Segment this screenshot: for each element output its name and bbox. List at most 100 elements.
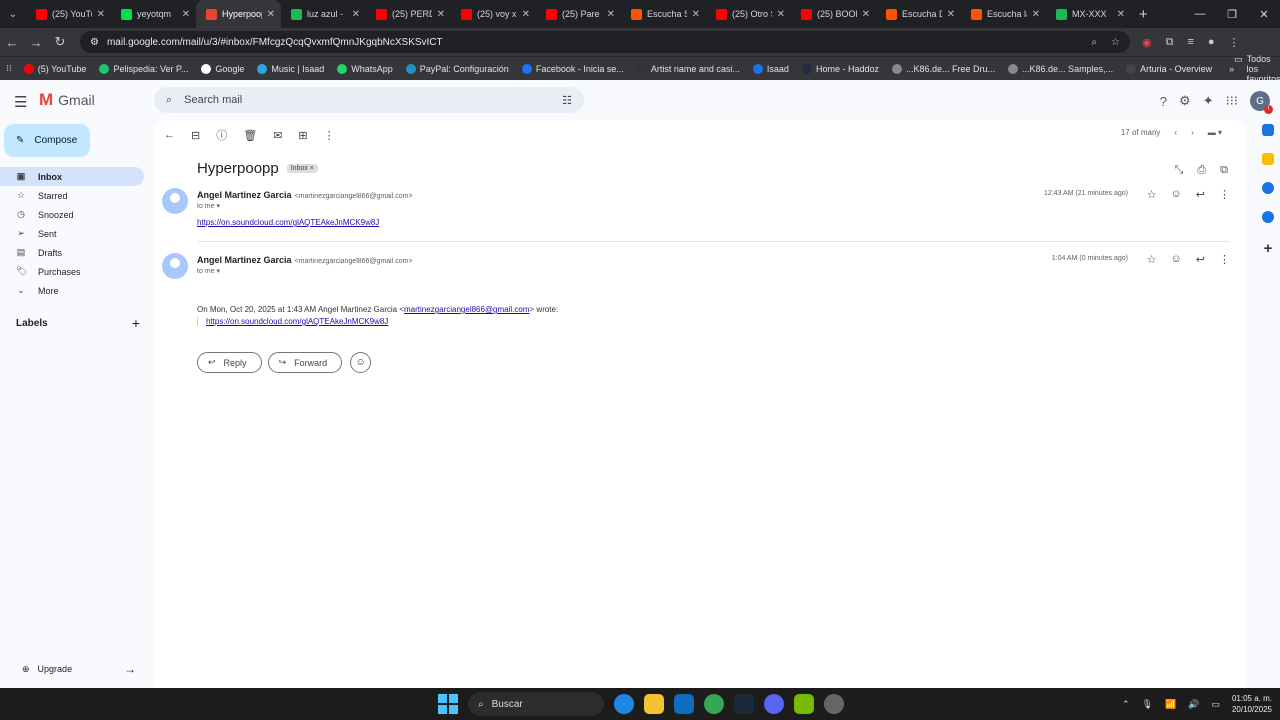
- calendar-icon[interactable]: [1262, 124, 1274, 136]
- reply-icon[interactable]: ↩: [1196, 253, 1205, 266]
- forward-button[interactable]: ↪ Forward: [267, 352, 343, 373]
- file-explorer-icon[interactable]: [644, 694, 664, 714]
- browser-tab[interactable]: Escucha la ✕: [961, 0, 1046, 28]
- tab-close-icon[interactable]: ✕: [267, 9, 275, 20]
- archive-icon[interactable]: ⊟: [191, 129, 200, 142]
- input-tools-icon[interactable]: ▬ ▾: [1208, 128, 1222, 137]
- bookmark-item[interactable]: Artist name and casi...: [636, 63, 740, 74]
- main-menu-icon[interactable]: ☰: [14, 93, 27, 111]
- bookmark-item[interactable]: (5) YouTube: [23, 63, 86, 74]
- record-icon[interactable]: ◉: [1142, 36, 1152, 49]
- discord-icon[interactable]: [764, 694, 784, 714]
- browser-tab[interactable]: Escucha S ✕: [621, 0, 706, 28]
- bookmark-item[interactable]: Google: [201, 63, 244, 74]
- search-options-icon[interactable]: ☷: [562, 94, 572, 107]
- browser-tab[interactable]: (25) YouTube ✕: [26, 0, 111, 28]
- star-icon[interactable]: ☆: [1147, 253, 1157, 266]
- browser-menu-icon[interactable]: ⋮: [1229, 36, 1240, 49]
- browser-tab[interactable]: (25) Pare d ✕: [536, 0, 621, 28]
- apps-icon[interactable]: ⁝⁝: [6, 63, 12, 74]
- sidebar-item-snoozed[interactable]: ◷ Snoozed: [0, 205, 144, 224]
- bookmark-item[interactable]: ...K86.de... Samples,...: [1008, 63, 1113, 74]
- get-addons-icon[interactable]: +: [1264, 240, 1273, 257]
- sidebar-item-purchases[interactable]: 🏷 Purchases: [0, 262, 144, 281]
- browser-tab[interactable]: luz azul - ✕: [281, 0, 366, 28]
- gmail-logo[interactable]: M Gmail: [39, 90, 95, 110]
- back-icon[interactable]: ←: [0, 35, 24, 50]
- older-icon[interactable]: ›: [1191, 128, 1194, 137]
- bookmark-star-icon[interactable]: ☆: [1111, 37, 1120, 48]
- emoji-react-icon[interactable]: ☺: [1171, 188, 1182, 201]
- tab-close-icon[interactable]: ✕: [692, 9, 700, 20]
- recipient-line[interactable]: to me ▾: [197, 267, 220, 275]
- volume-icon[interactable]: 🔊: [1188, 699, 1199, 710]
- taskbar-search[interactable]: ⌕ Buscar: [468, 692, 604, 716]
- edge-icon[interactable]: [614, 694, 634, 714]
- upgrade-link[interactable]: ⊕ Upgrade →: [22, 662, 136, 676]
- browser-tab[interactable]: MX-XXX ✕: [1046, 0, 1131, 28]
- newer-icon[interactable]: ‹: [1174, 128, 1177, 137]
- google-apps-icon[interactable]: ⁝⁝⁝: [1226, 93, 1238, 109]
- sidebar-item-starred[interactable]: ☆ Starred: [0, 186, 144, 205]
- back-to-inbox-icon[interactable]: ←: [164, 129, 175, 141]
- wifi-icon[interactable]: 📶: [1165, 699, 1176, 710]
- browser-tab[interactable]: (25) BOOD ✕: [791, 0, 876, 28]
- site-info-icon[interactable]: ⚙: [90, 37, 99, 48]
- help-icon[interactable]: ?: [1160, 94, 1167, 109]
- sender[interactable]: Angel Martinez Garcia <martinezgarciangel…: [197, 255, 413, 265]
- gemini-icon[interactable]: ✦: [1203, 93, 1214, 109]
- url-bar[interactable]: ⚙ mail.google.com/mail/u/3/#inbox/FMfcgz…: [80, 31, 1130, 53]
- start-icon[interactable]: [438, 694, 458, 714]
- bookmark-item[interactable]: PayPal: Configuración: [405, 63, 509, 74]
- sender[interactable]: Angel Martinez Garcia <martinezgarciangel…: [197, 190, 413, 200]
- outlook-icon[interactable]: [674, 694, 694, 714]
- tab-close-icon[interactable]: ✕: [777, 9, 785, 20]
- add-label-icon[interactable]: +: [132, 316, 140, 330]
- bookmark-item[interactable]: ...K86.de... Free Dru...: [891, 63, 995, 74]
- collapse-all-icon[interactable]: ⤡: [1175, 164, 1184, 177]
- quoted-soundcloud-link[interactable]: https://on.soundcloud.com/glAQTEAkeJnMCK…: [206, 317, 388, 326]
- tab-close-icon[interactable]: ✕: [862, 9, 870, 20]
- zoom-icon[interactable]: ⌕: [1091, 37, 1097, 48]
- soundcloud-link[interactable]: https://on.soundcloud.com/glAQTEAkeJnMCK…: [197, 218, 379, 227]
- sidebar-item-more[interactable]: ⌄ More: [0, 281, 144, 300]
- report-spam-icon[interactable]: ⓘ: [216, 127, 227, 143]
- sidebar-item-drafts[interactable]: ▤ Drafts: [0, 243, 144, 262]
- new-tab-icon[interactable]: +: [1139, 6, 1148, 23]
- forward-nav-icon[interactable]: →: [24, 35, 48, 50]
- search-input[interactable]: ⌕ Search mail ☷: [154, 87, 584, 113]
- tab-close-icon[interactable]: ✕: [947, 9, 955, 20]
- tab-close-icon[interactable]: ✕: [352, 9, 360, 20]
- message-more-icon[interactable]: ⋮: [1219, 253, 1230, 266]
- tab-close-icon[interactable]: ✕: [607, 9, 615, 20]
- extensions-icon[interactable]: ⧉: [1166, 36, 1174, 49]
- browser-tab[interactable]: (25) Otro S ✕: [706, 0, 791, 28]
- reload-icon[interactable]: ↻: [48, 34, 72, 50]
- message-more-icon[interactable]: ⋮: [1219, 188, 1230, 201]
- settings-app-icon[interactable]: [824, 694, 844, 714]
- mark-unread-icon[interactable]: ✉: [273, 129, 282, 142]
- print-icon[interactable]: ⎙: [1197, 164, 1206, 177]
- microphone-icon[interactable]: 🎙: [1142, 699, 1153, 710]
- media-icon[interactable]: ≡: [1187, 36, 1193, 49]
- bookmark-item[interactable]: Music | Isaad: [257, 63, 324, 74]
- minimize-icon[interactable]: —: [1184, 8, 1216, 20]
- tab-close-icon[interactable]: ✕: [1117, 9, 1125, 20]
- compose-button[interactable]: ✎ Compose: [4, 124, 90, 157]
- open-new-window-icon[interactable]: ⧉: [1220, 164, 1228, 177]
- chrome-icon[interactable]: [704, 694, 724, 714]
- account-avatar[interactable]: G!: [1250, 91, 1273, 114]
- settings-icon[interactable]: ⚙: [1179, 93, 1191, 109]
- recipient-line[interactable]: to me ▾: [197, 202, 220, 210]
- all-bookmarks-folder[interactable]: ▭ Todos los favoritos: [1234, 54, 1280, 84]
- restore-icon[interactable]: ❐: [1216, 8, 1248, 21]
- reply-icon[interactable]: ↩: [1196, 188, 1205, 201]
- battery-icon[interactable]: ▭: [1211, 699, 1220, 710]
- emoji-react-icon[interactable]: ☺: [1171, 253, 1182, 266]
- search-icon[interactable]: ⌕: [166, 94, 172, 107]
- tab-close-icon[interactable]: ✕: [1032, 9, 1040, 20]
- tab-close-icon[interactable]: ✕: [522, 9, 530, 20]
- emoji-button[interactable]: ☺: [350, 352, 372, 373]
- move-to-icon[interactable]: ⊞: [298, 129, 307, 142]
- contacts-icon[interactable]: [1262, 211, 1274, 223]
